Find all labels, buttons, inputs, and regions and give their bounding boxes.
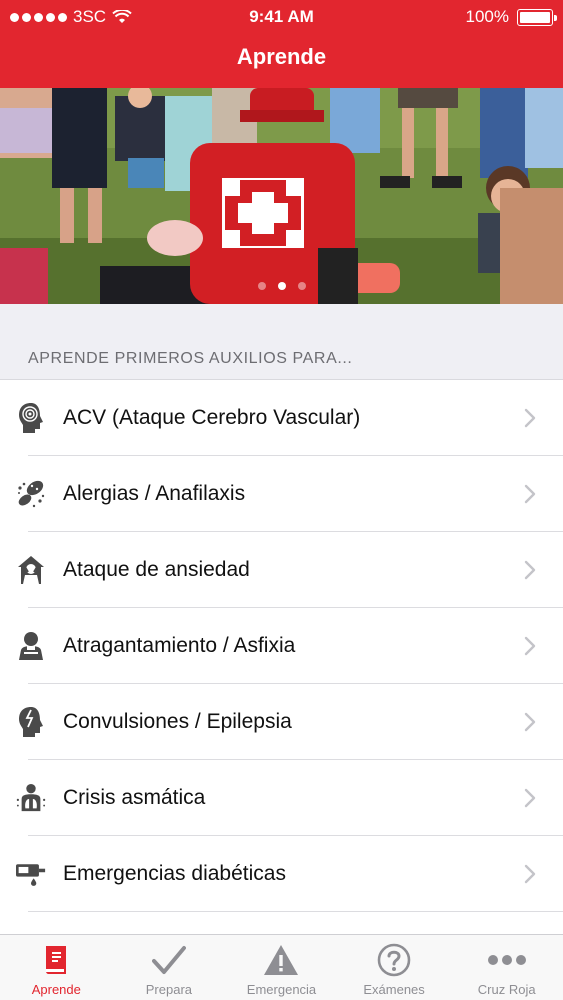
list-item-alergias[interactable]: Alergias / Anafilaxis (0, 456, 563, 532)
tab-bar: Aprende Prepara Emergencia Exámenes Cruz… (0, 934, 563, 1000)
allergy-icon (16, 477, 46, 511)
choking-icon (16, 629, 46, 663)
tab-label: Exámenes (363, 982, 425, 997)
chevron-right-icon (524, 712, 536, 732)
anxiety-icon (16, 553, 46, 587)
status-bar: 3SC 9:41 AM 100% (0, 0, 563, 34)
section-title: APRENDE PRIMEROS AUXILIOS PARA... (28, 350, 353, 367)
list-item-acv[interactable]: ACV (Ataque Cerebro Vascular) (0, 380, 563, 456)
tab-label: Cruz Roja (477, 982, 536, 997)
chevron-right-icon (524, 788, 536, 808)
list-item-atragantamiento[interactable]: Atragantamiento / Asfixia (0, 608, 563, 684)
tab-label: Prepara (145, 982, 193, 997)
hero-carousel[interactable] (0, 88, 563, 304)
section-header: APRENDE PRIMEROS AUXILIOS PARA... (0, 304, 563, 380)
tab-cruz-roja[interactable]: Cruz Roja (450, 935, 563, 1000)
carrier-label: 3SC (73, 7, 107, 26)
tab-label: Emergencia (246, 982, 317, 997)
signal-icon (10, 12, 67, 22)
list-item-label: Emergencias diabéticas (63, 862, 286, 885)
tab-prepara[interactable]: Prepara (113, 935, 226, 1000)
tab-emergencia[interactable]: Emergencia (225, 935, 338, 1000)
list-item-label: Atragantamiento / Asfixia (63, 634, 296, 657)
chevron-right-icon (524, 408, 536, 428)
chevron-right-icon (524, 636, 536, 656)
hero-photo (0, 88, 563, 304)
list-item-label: Crisis asmática (63, 786, 206, 809)
list-item-asma[interactable]: Crisis asmática (0, 760, 563, 836)
pager-dot[interactable] (297, 282, 306, 290)
carousel-pager[interactable] (0, 282, 563, 290)
glucose-meter-icon (16, 857, 46, 891)
question-icon (377, 943, 411, 977)
list-item-label: ACV (Ataque Cerebro Vascular) (63, 406, 361, 429)
top-header: 3SC 9:41 AM 100% Aprende (0, 0, 563, 88)
list-item-label: Convulsiones / Epilepsia (63, 710, 292, 733)
chevron-right-icon (524, 560, 536, 580)
pager-dot[interactable] (257, 282, 266, 290)
wifi-icon (112, 10, 132, 23)
list-item-label: Ataque de ansiedad (63, 558, 250, 581)
tab-examenes[interactable]: Exámenes (338, 935, 451, 1000)
tab-aprende[interactable]: Aprende (0, 935, 113, 1000)
battery-percent: 100% (465, 7, 509, 26)
list-item-diabeticas[interactable]: Emergencias diabéticas (0, 836, 563, 912)
seizure-head-icon (16, 705, 46, 739)
topics-list: ACV (Ataque Cerebro Vascular) Alergias /… (0, 380, 563, 934)
tab-label: Aprende (31, 982, 81, 997)
list-item-label: Alergias / Anafilaxis (63, 482, 246, 505)
brain-head-icon (16, 401, 46, 435)
chevron-right-icon (524, 864, 536, 884)
battery-icon (517, 8, 557, 26)
list-item-ansiedad[interactable]: Ataque de ansiedad (0, 532, 563, 608)
more-icon (487, 943, 527, 977)
page-title: Aprende (236, 44, 327, 69)
pager-dot-active[interactable] (277, 282, 286, 290)
list-item-convulsiones[interactable]: Convulsiones / Epilepsia (0, 684, 563, 760)
warning-icon (263, 943, 299, 977)
lungs-icon (16, 781, 46, 815)
list-item-partial[interactable] (0, 912, 563, 934)
checkmark-icon (151, 943, 186, 977)
chevron-right-icon (524, 484, 536, 504)
book-icon (42, 943, 70, 977)
